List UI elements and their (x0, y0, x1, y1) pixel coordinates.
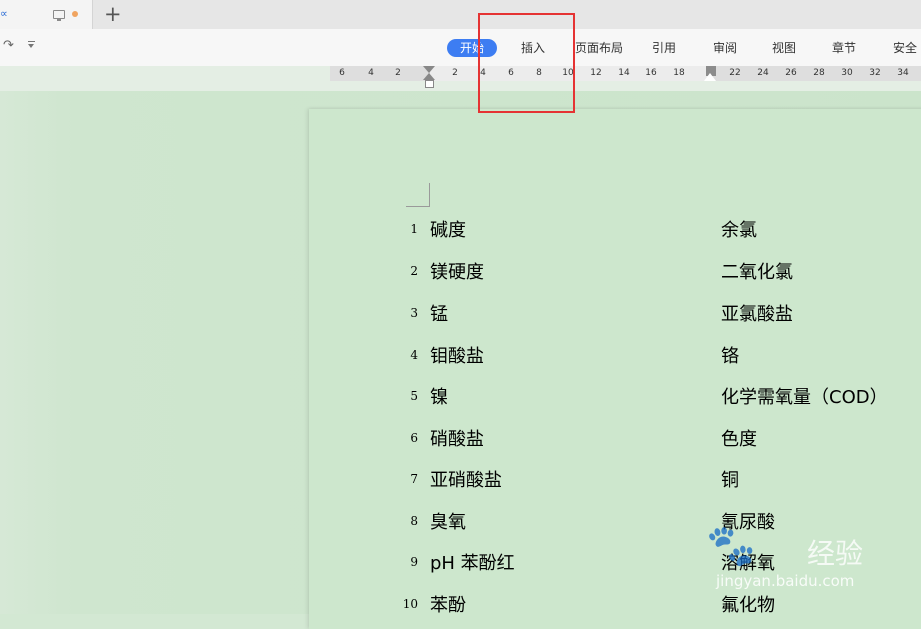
ruler-tick-label: 12 (590, 68, 602, 78)
parameter-left[interactable]: 硝酸盐 (430, 425, 484, 451)
parameter-left[interactable]: 锰 (430, 300, 448, 326)
parameter-right[interactable]: 亚氯酸盐 (721, 300, 793, 326)
ruler-tick-label: 26 (785, 68, 797, 78)
page-corner-mark (406, 183, 430, 207)
ribbon-tab-8[interactable]: 安全 (893, 39, 917, 57)
line-number: 1 (410, 222, 418, 236)
tab-bar: ∝ + (0, 0, 921, 30)
parameter-left[interactable]: 碱度 (430, 216, 466, 242)
left-indent-marker[interactable] (425, 80, 434, 88)
redo-icon[interactable]: ↷ (3, 38, 14, 53)
document-page[interactable] (309, 109, 921, 629)
ruler-tick-label: 2 (452, 68, 458, 78)
parameter-right[interactable]: 氰尿酸 (721, 508, 775, 534)
ruler-tick-label: 14 (618, 68, 630, 78)
document-tab[interactable]: ∝ (0, 0, 93, 29)
ribbon-tab-7[interactable]: 章节 (832, 39, 856, 57)
right-indent-marker[interactable] (704, 73, 716, 81)
parameter-right[interactable]: 溶解氧 (721, 549, 775, 575)
unsaved-dot-icon (72, 11, 78, 17)
line-number: 3 (410, 306, 418, 320)
parameter-left[interactable]: 亚硝酸盐 (430, 466, 502, 492)
ruler-tick-label: 32 (869, 68, 881, 78)
ruler-tick-label: 16 (645, 68, 657, 78)
app-logo-icon: ∝ (0, 7, 8, 20)
monitor-icon (53, 10, 65, 21)
line-number: 5 (410, 389, 418, 403)
parameter-left[interactable]: 臭氧 (430, 508, 466, 534)
parameter-right[interactable]: 化学需氧量（COD） (721, 383, 888, 409)
first-line-indent-marker[interactable] (423, 66, 435, 73)
parameter-left[interactable]: pH 苯酚红 (430, 549, 515, 575)
parameter-right[interactable]: 氟化物 (721, 591, 775, 617)
parameter-right[interactable]: 色度 (721, 425, 757, 451)
line-number: 9 (410, 555, 418, 569)
line-number: 10 (402, 597, 418, 611)
parameter-right[interactable]: 铜 (721, 466, 739, 492)
line-number: 6 (410, 431, 418, 445)
ribbon-tab-5[interactable]: 审阅 (713, 39, 737, 57)
parameter-left[interactable]: 钼酸盐 (430, 342, 484, 368)
hanging-indent-marker[interactable] (423, 73, 435, 80)
ribbon-tab-3[interactable]: 页面布局 (575, 39, 623, 57)
parameter-left[interactable]: 苯酚 (430, 591, 466, 617)
line-number: 2 (410, 264, 418, 278)
parameter-right[interactable]: 铬 (721, 342, 739, 368)
ruler-tick-label: 2 (395, 68, 401, 78)
ruler-tick-label: 18 (673, 68, 685, 78)
ruler-tick-label: 22 (729, 68, 741, 78)
line-number: 7 (410, 472, 418, 486)
ruler-tick-label: 24 (757, 68, 769, 78)
parameter-right[interactable]: 余氯 (721, 216, 757, 242)
ruler-tick-label: 34 (897, 68, 909, 78)
highlight-annotation-box (478, 13, 575, 113)
ruler-tick-label: 30 (841, 68, 853, 78)
quick-access-dropdown-icon[interactable] (28, 41, 35, 48)
new-tab-button[interactable]: + (104, 1, 122, 27)
ribbon-tab-6[interactable]: 视图 (772, 39, 796, 57)
line-number: 8 (410, 514, 418, 528)
parameter-left[interactable]: 镁硬度 (430, 258, 484, 284)
ruler-tick-label: 4 (368, 68, 374, 78)
ruler-tick-label: 6 (339, 68, 345, 78)
parameter-left[interactable]: 镍 (430, 383, 448, 409)
line-number: 4 (410, 348, 418, 362)
ribbon-tab-row: ↷ 开始 插入 页面布局 引用 审阅 视图 章节 安全 (0, 29, 921, 67)
ribbon-tab-4[interactable]: 引用 (652, 39, 676, 57)
ruler-tick-label: 28 (813, 68, 825, 78)
parameter-right[interactable]: 二氧化氯 (721, 258, 793, 284)
